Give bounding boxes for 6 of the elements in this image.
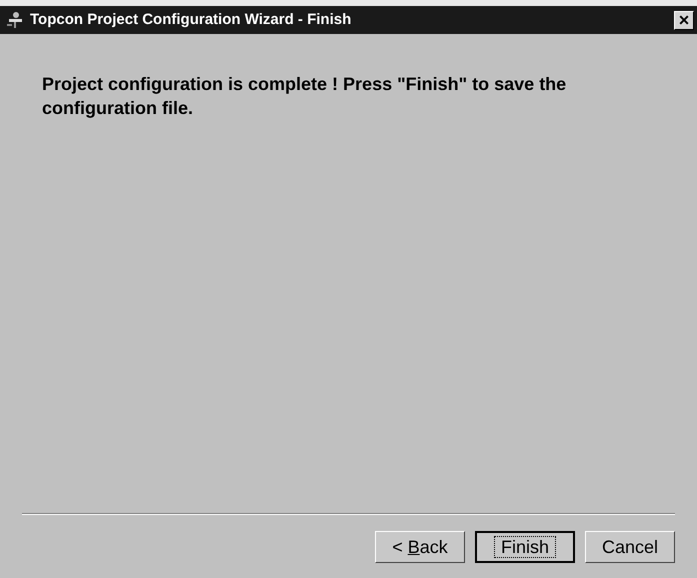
window-title: Topcon Project Configuration Wizard - Finish [30,10,352,30]
wizard-button[interactable]: Finish [475,531,575,563]
close-button[interactable]: × [674,10,694,30]
wizard-button[interactable]: < Back [375,531,465,563]
completion-message: Project configuration is complete ! Press "Finish" to save the configuration file. [41,73,568,120]
wizard-button[interactable]: Cancel [585,531,675,563]
